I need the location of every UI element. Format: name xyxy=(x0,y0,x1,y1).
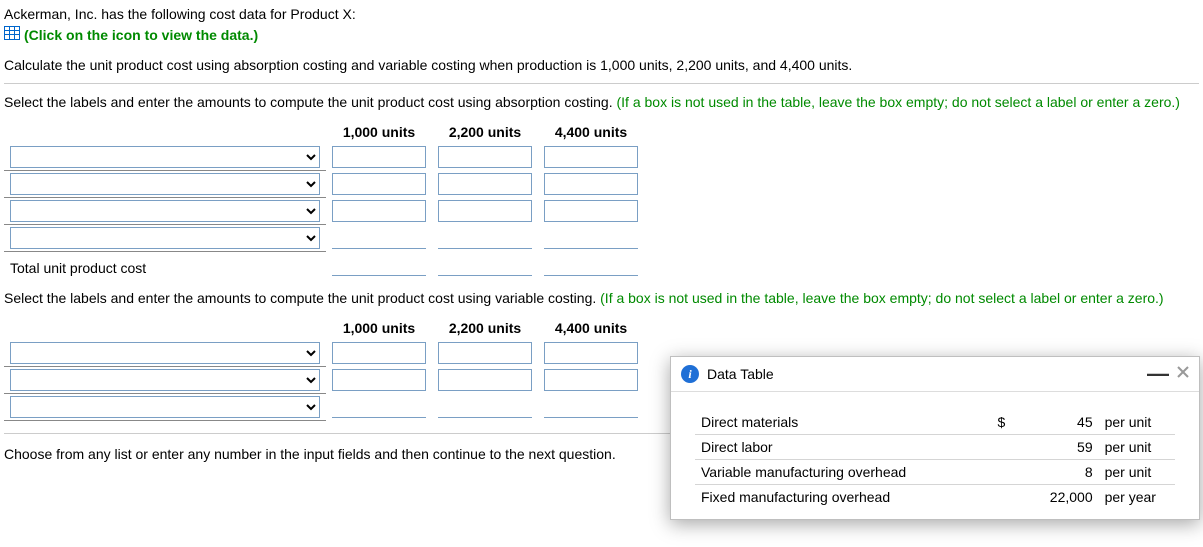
abs-total-c2[interactable] xyxy=(438,254,532,276)
abs-r3-c3[interactable] xyxy=(544,200,638,222)
var-r1-c1[interactable] xyxy=(332,342,426,364)
variable-instruction: Select the labels and enter the amounts … xyxy=(4,290,1199,306)
var-r2-c3[interactable] xyxy=(544,369,638,391)
abs-total-c1[interactable] xyxy=(332,254,426,276)
view-data-link[interactable]: (Click on the icon to view the data.) xyxy=(4,26,258,43)
var-row3-select[interactable] xyxy=(10,396,320,418)
dt-r1-label: Direct labor xyxy=(695,435,979,460)
abs-row3-select[interactable] xyxy=(10,200,320,222)
modal-title: Data Table xyxy=(707,366,1147,382)
dt-r0-label: Direct materials xyxy=(695,410,979,435)
abs-r3-c1[interactable] xyxy=(332,200,426,222)
variable-table: 1,000 units 2,200 units 4,400 units xyxy=(4,316,644,421)
var-r3-c3[interactable] xyxy=(544,396,638,418)
var-r3-c1[interactable] xyxy=(332,396,426,418)
table-row: Direct materials $ 45 per unit xyxy=(695,410,1175,435)
abs-col2-header: 2,200 units xyxy=(432,120,538,144)
dt-r1-unit: per unit xyxy=(1099,435,1175,460)
dt-r2-label: Variable manufacturing overhead xyxy=(695,460,979,485)
variable-hint: (If a box is not used in the table, leav… xyxy=(600,290,1163,306)
abs-r2-c3[interactable] xyxy=(544,173,638,195)
var-row2-select[interactable] xyxy=(10,369,320,391)
dt-r1-value: 59 xyxy=(1011,435,1098,460)
absorption-hint: (If a box is not used in the table, leav… xyxy=(617,94,1180,110)
table-row: Variable manufacturing overhead 8 per un… xyxy=(695,460,1175,485)
absorption-instruction: Select the labels and enter the amounts … xyxy=(4,94,1199,110)
info-icon: i xyxy=(681,365,699,383)
abs-row1-select[interactable] xyxy=(10,146,320,168)
dt-r3-label: Fixed manufacturing overhead xyxy=(695,485,979,510)
abs-r4-c2[interactable] xyxy=(438,227,532,249)
table-icon xyxy=(4,26,20,43)
abs-r2-c2[interactable] xyxy=(438,173,532,195)
abs-total-label: Total unit product cost xyxy=(4,252,326,278)
var-col3-header: 4,400 units xyxy=(538,316,644,340)
dt-r3-value: 22,000 xyxy=(1011,485,1098,510)
var-r3-c2[interactable] xyxy=(438,396,532,418)
abs-col3-header: 4,400 units xyxy=(538,120,644,144)
abs-r1-c1[interactable] xyxy=(332,146,426,168)
absorption-table: 1,000 units 2,200 units 4,400 units xyxy=(4,120,644,278)
dt-r2-currency xyxy=(979,460,1012,485)
close-icon[interactable] xyxy=(1177,365,1189,383)
dt-r2-value: 8 xyxy=(1011,460,1098,485)
var-row1-select[interactable] xyxy=(10,342,320,364)
abs-row2-select[interactable] xyxy=(10,173,320,195)
table-row: Direct labor 59 per unit xyxy=(695,435,1175,460)
abs-r2-c1[interactable] xyxy=(332,173,426,195)
var-col2-header: 2,200 units xyxy=(432,316,538,340)
view-data-link-text: (Click on the icon to view the data.) xyxy=(24,27,258,43)
dt-r3-currency xyxy=(979,485,1012,510)
intro-company-line: Ackerman, Inc. has the following cost da… xyxy=(4,6,1199,22)
var-r2-c1[interactable] xyxy=(332,369,426,391)
calculate-instruction: Calculate the unit product cost using ab… xyxy=(4,57,1199,73)
dt-r0-value: 45 xyxy=(1011,410,1098,435)
separator xyxy=(4,83,1199,84)
table-row: Fixed manufacturing overhead 22,000 per … xyxy=(695,485,1175,510)
data-table: Direct materials $ 45 per unit Direct la… xyxy=(695,410,1175,509)
var-r1-c2[interactable] xyxy=(438,342,532,364)
dt-r0-unit: per unit xyxy=(1099,410,1175,435)
abs-total-c3[interactable] xyxy=(544,254,638,276)
var-col1-header: 1,000 units xyxy=(326,316,432,340)
dt-r1-currency xyxy=(979,435,1012,460)
abs-row4-select[interactable] xyxy=(10,227,320,249)
abs-r4-c1[interactable] xyxy=(332,227,426,249)
var-r1-c3[interactable] xyxy=(544,342,638,364)
dt-r0-currency: $ xyxy=(979,410,1012,435)
dt-r3-unit: per year xyxy=(1099,485,1175,510)
minimize-button[interactable]: — xyxy=(1147,367,1169,381)
abs-r1-c3[interactable] xyxy=(544,146,638,168)
dt-r2-unit: per unit xyxy=(1099,460,1175,485)
abs-r1-c2[interactable] xyxy=(438,146,532,168)
abs-col1-header: 1,000 units xyxy=(326,120,432,144)
abs-r3-c2[interactable] xyxy=(438,200,532,222)
data-table-modal: i Data Table — Direct materials $ 45 per… xyxy=(670,356,1200,520)
var-r2-c2[interactable] xyxy=(438,369,532,391)
abs-r4-c3[interactable] xyxy=(544,227,638,249)
